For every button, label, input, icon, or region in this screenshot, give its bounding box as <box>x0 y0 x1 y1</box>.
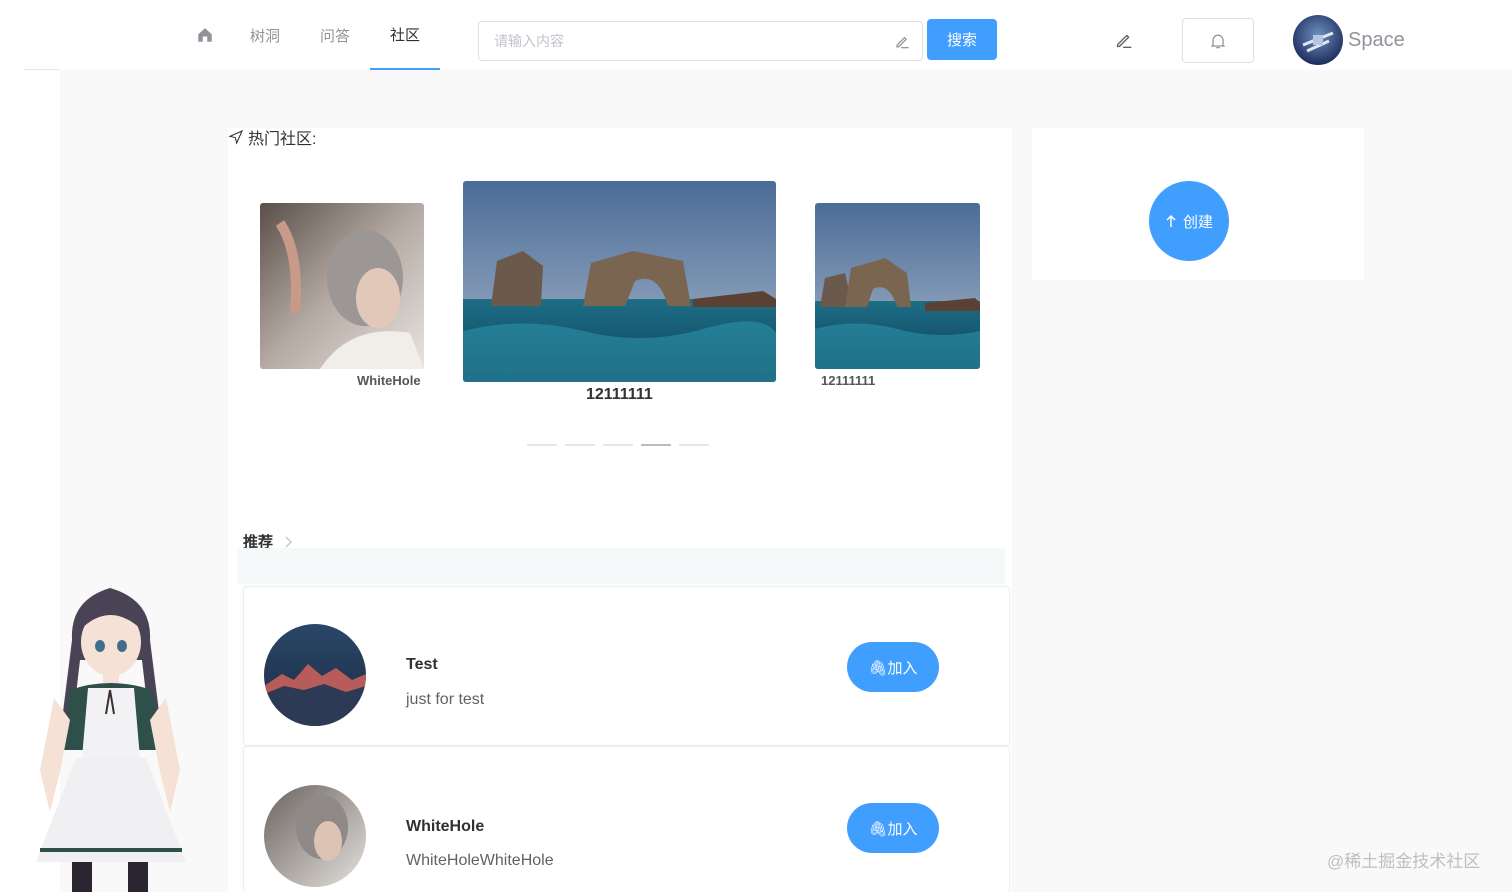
community-desc: WhiteHoleWhiteHole <box>406 852 554 869</box>
nav-home[interactable] <box>180 0 230 70</box>
join-button[interactable]: 🖇加入 <box>847 642 939 692</box>
nav-treehole-label: 树洞 <box>250 27 281 45</box>
community-desc: just for test <box>406 691 485 708</box>
carousel-indicators <box>527 444 709 446</box>
carousel-caption-center: 12111111 <box>586 386 653 403</box>
join-button[interactable]: 🖇加入 <box>847 803 939 853</box>
carousel-item-left[interactable] <box>260 203 424 369</box>
header-divider <box>24 69 60 70</box>
nav-community-label: 社区 <box>390 26 421 44</box>
watermark: @稀土掘金技术社区 <box>1327 852 1481 871</box>
search-input[interactable] <box>479 22 922 60</box>
create-community-button[interactable]: 创建 <box>1149 181 1229 261</box>
carousel-indicator-active[interactable] <box>641 444 671 446</box>
nav-qa-label: 问答 <box>320 27 351 45</box>
create-label: 创建 <box>1182 213 1213 231</box>
hot-title-text: 热门社区: <box>248 131 317 148</box>
community-avatar[interactable] <box>264 624 366 726</box>
community-avatar[interactable] <box>264 785 366 887</box>
nav-qa[interactable]: 问答 <box>300 0 370 70</box>
carousel-caption-left: WhiteHole <box>357 373 421 388</box>
carousel-item-center[interactable] <box>463 181 776 382</box>
community-card: Test just for test 🖇加入 <box>243 586 1010 746</box>
user-avatar[interactable] <box>1293 15 1343 65</box>
send-icon <box>228 129 244 145</box>
notification-button[interactable] <box>1182 18 1254 63</box>
carousel-caption-right: 12111111 <box>821 373 876 388</box>
carousel-indicator[interactable] <box>679 444 709 446</box>
nav-community[interactable]: 社区 <box>370 0 441 70</box>
write-post-icon[interactable] <box>1113 29 1135 51</box>
edit-icon[interactable] <box>892 31 912 51</box>
bell-icon <box>1210 34 1226 48</box>
main-nav: 树洞 问答 社区 <box>180 0 441 70</box>
mascot-widget[interactable] <box>10 580 210 892</box>
community-name[interactable]: WhiteHole <box>406 818 484 836</box>
top-header: 树洞 问答 社区 搜索 Space <box>0 0 1512 70</box>
community-name[interactable]: Test <box>406 656 438 674</box>
carousel-indicator[interactable] <box>527 444 557 446</box>
hot-communities-title: 热门社区: <box>228 125 316 149</box>
nav-treehole[interactable]: 树洞 <box>230 0 300 70</box>
search-box <box>478 21 923 61</box>
username[interactable]: Space <box>1348 29 1405 52</box>
carousel-indicator[interactable] <box>603 444 633 446</box>
carousel-item-right[interactable] <box>815 203 980 369</box>
arrow-up-icon <box>1166 214 1176 227</box>
carousel-indicator[interactable] <box>565 444 595 446</box>
home-icon <box>198 28 212 42</box>
search-button[interactable]: 搜索 <box>927 19 997 60</box>
recommend-header-strip <box>237 548 1005 584</box>
community-card: WhiteHole WhiteHoleWhiteHole 🖇加入 <box>243 746 1010 892</box>
chevron-right-icon <box>285 536 293 547</box>
